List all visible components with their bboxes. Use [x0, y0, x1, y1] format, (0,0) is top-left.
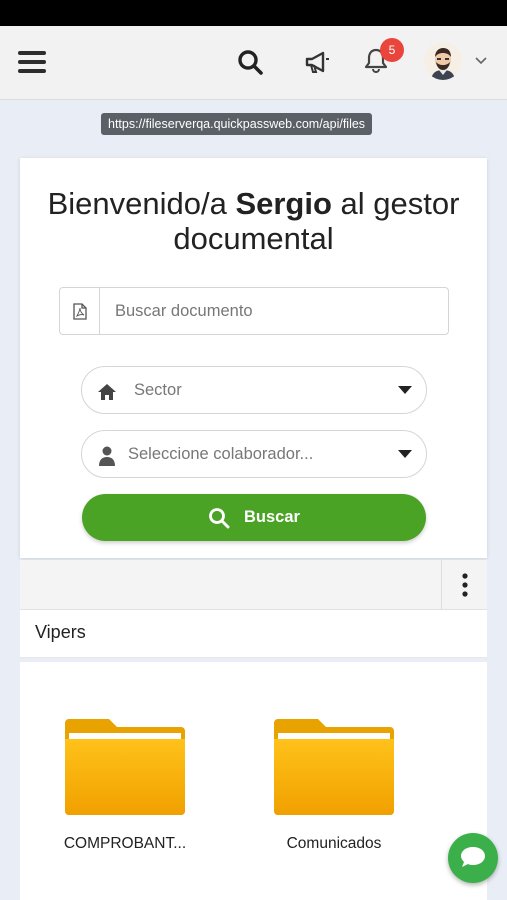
welcome-title: Bienvenido/a Sergio al gestor documental — [20, 186, 487, 256]
megaphone-icon[interactable] — [297, 44, 337, 80]
welcome-prefix: Bienvenido/a — [47, 186, 236, 221]
chevron-down-icon — [398, 450, 412, 458]
hamburger-menu-icon[interactable] — [14, 46, 52, 78]
home-icon — [96, 381, 118, 403]
notification-badge: 5 — [380, 38, 404, 62]
user-icon — [96, 445, 118, 467]
welcome-user-name: Sergio — [235, 186, 332, 221]
document-search-placeholder: Buscar documento — [115, 302, 253, 320]
folder-label: Comunicados — [286, 835, 382, 852]
top-bar: 5 — [0, 26, 507, 100]
search-button-label: Buscar — [244, 508, 300, 526]
search-button[interactable]: Buscar — [82, 494, 426, 541]
welcome-card: Bienvenido/a Sergio al gestor documental… — [20, 158, 487, 558]
group-header: Vipers — [20, 610, 487, 658]
chevron-down-icon[interactable] — [470, 50, 492, 72]
folder-item[interactable]: COMPROBANT... — [40, 717, 210, 853]
document-search-field[interactable]: Buscar documento — [59, 287, 449, 335]
pdf-file-icon — [60, 288, 100, 334]
url-tooltip: https://fileserverqa.quickpassweb.com/ap… — [101, 113, 373, 135]
folder-grid: COMPROBANT... Comunicados — [20, 662, 487, 900]
chat-bubble-icon[interactable] — [448, 833, 498, 883]
folder-item[interactable]: Comunicados — [249, 717, 419, 853]
sector-select-value: Sector — [134, 381, 182, 399]
folder-icon — [274, 719, 394, 815]
kebab-menu-icon[interactable] — [441, 560, 487, 610]
search-icon[interactable] — [230, 44, 270, 80]
folder-label: COMPROBANT... — [63, 835, 187, 852]
group-title: Vipers — [35, 622, 86, 642]
search-icon — [209, 507, 230, 528]
sector-select[interactable]: Sector — [81, 366, 427, 414]
chevron-down-icon — [398, 386, 412, 394]
device-status-bar — [0, 0, 507, 26]
user-avatar[interactable] — [424, 42, 462, 80]
collaborator-select[interactable]: Seleccione colaborador... — [81, 430, 427, 478]
list-toolbar — [20, 560, 487, 610]
folder-icon — [65, 719, 185, 815]
collaborator-select-value: Seleccione colaborador... — [128, 445, 314, 463]
